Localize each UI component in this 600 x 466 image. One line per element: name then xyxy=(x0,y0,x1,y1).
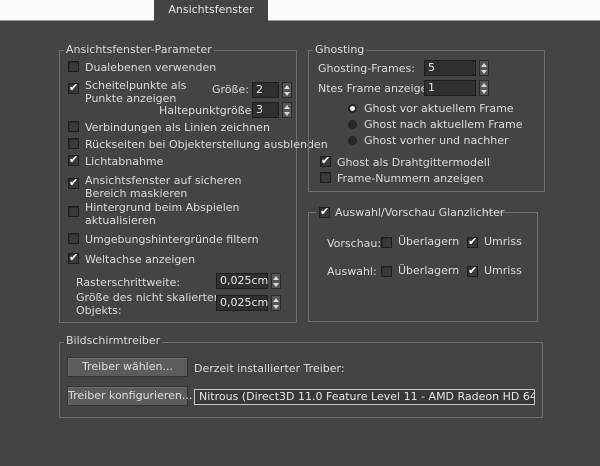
update-bg-label-2: aktualisieren xyxy=(85,214,156,227)
handle-size-spinner[interactable] xyxy=(282,102,292,118)
selection-outline-label: Umriss xyxy=(484,264,522,277)
ghost-both-radio[interactable] xyxy=(348,136,357,145)
configure-driver-button[interactable]: Treiber konfigurieren... xyxy=(67,386,192,406)
update-bg-label-1: Hintergrund beim Abspielen xyxy=(85,201,240,214)
ghost-after-radio[interactable] xyxy=(348,120,357,129)
ghosting-frames-spinner[interactable] xyxy=(479,60,489,76)
display-driver-group xyxy=(59,342,543,418)
attenuate-lights-checkbox[interactable] xyxy=(68,153,79,167)
show-vertices-label-1: Scheitelpunkte als xyxy=(85,79,187,92)
preview-label: Vorschau: xyxy=(327,237,382,250)
draw-links-checkbox[interactable] xyxy=(68,121,79,132)
ghost-wireframe-label: Ghost als Drahtgittermodell xyxy=(337,156,490,169)
frame-numbers-label: Frame-Nummern anzeigen xyxy=(337,172,484,185)
choose-driver-button[interactable]: Treiber wählen... xyxy=(67,357,188,377)
unscaled-size-label-2: Objekts: xyxy=(76,304,122,317)
unscaled-size-spinner[interactable] xyxy=(271,295,281,311)
ghost-after-label: Ghost nach aktuellem Frame xyxy=(364,118,523,131)
grid-spacing-label: Rasterschrittweite: xyxy=(76,276,181,289)
nth-frame-input[interactable]: 1 xyxy=(424,80,476,96)
backface-cull-checkbox[interactable] xyxy=(68,138,79,149)
backface-cull-label: Rückseiten bei Objekterstellung ausblend… xyxy=(85,138,328,151)
update-bg-checkbox[interactable] xyxy=(68,206,79,217)
ghosting-title: Ghosting xyxy=(313,43,367,57)
highlights-title: Auswahl/Vorschau Glanzlichter xyxy=(335,206,505,219)
dual-planes-label: Dualebenen verwenden xyxy=(85,61,217,74)
ghosting-frames-input[interactable]: 5 xyxy=(424,60,476,76)
unscaled-size-label-1: Größe des nicht skalierten xyxy=(76,291,221,304)
handle-size-input[interactable]: 3 xyxy=(252,102,279,118)
size-spinner[interactable] xyxy=(282,82,292,98)
installed-driver-field: Nitrous (Direct3D 11.0 Feature Level 11 … xyxy=(194,389,535,405)
display-driver-title: Bildschirmtreiber xyxy=(64,334,163,348)
preview-overlay-checkbox[interactable] xyxy=(381,237,392,248)
size-input[interactable]: 2 xyxy=(252,82,279,98)
ghost-wireframe-checkbox[interactable] xyxy=(320,154,331,168)
selection-outline-checkbox[interactable] xyxy=(467,264,478,278)
world-axis-label: Weltachse anzeigen xyxy=(85,253,196,266)
tab-strip-left xyxy=(0,0,154,21)
filter-env-label: Umgebungshintergründe filtern xyxy=(85,233,259,246)
nth-frame-spinner[interactable] xyxy=(479,80,489,96)
installed-driver-label: Derzeit installierter Treiber: xyxy=(194,362,345,375)
preview-overlay-label: Überlagern xyxy=(398,235,460,248)
selection-overlay-checkbox[interactable] xyxy=(381,266,392,277)
draw-links-label: Verbindungen als Linien zeichnen xyxy=(85,121,270,134)
frame-numbers-checkbox[interactable] xyxy=(320,172,331,183)
highlights-enable-checkbox[interactable] xyxy=(319,205,330,219)
mask-safe-label-2: Bereich maskieren xyxy=(85,187,188,200)
preview-outline-checkbox[interactable] xyxy=(467,235,478,249)
mask-safe-checkbox[interactable] xyxy=(68,176,79,190)
grid-spacing-spinner[interactable] xyxy=(271,273,281,289)
mask-safe-label-1: Ansichtsfenster auf sicheren xyxy=(85,174,242,187)
handle-size-label: Haltepunktgröße: xyxy=(159,104,256,117)
filter-env-checkbox[interactable] xyxy=(68,233,79,244)
preview-outline-label: Umriss xyxy=(484,235,522,248)
attenuate-lights-label: Lichtabnahme xyxy=(85,155,164,168)
size-label: Größe: xyxy=(212,83,249,96)
nth-frame-label: Ntes Frame anzeigen: xyxy=(318,82,439,95)
unscaled-size-input[interactable]: 0,025cm xyxy=(216,295,268,311)
ghost-before-label: Ghost vor aktuellem Frame xyxy=(364,102,514,115)
ghost-both-label: Ghost vorher und nachher xyxy=(364,134,509,147)
selection-label: Auswahl: xyxy=(327,265,377,278)
dual-planes-checkbox[interactable] xyxy=(68,61,79,72)
show-vertices-checkbox[interactable] xyxy=(68,81,79,95)
ghost-before-radio[interactable] xyxy=(348,104,357,113)
viewport-params-title: Ansichtsfenster-Parameter xyxy=(64,43,214,57)
grid-spacing-input[interactable]: 0,025cm xyxy=(216,273,268,289)
world-axis-checkbox[interactable] xyxy=(68,251,79,265)
selection-overlay-label: Überlagern xyxy=(398,264,460,277)
tab-ansichtsfenster[interactable]: Ansichtsfenster xyxy=(154,0,268,22)
ghosting-frames-label: Ghosting-Frames: xyxy=(318,62,415,75)
tab-strip-right xyxy=(268,0,600,21)
